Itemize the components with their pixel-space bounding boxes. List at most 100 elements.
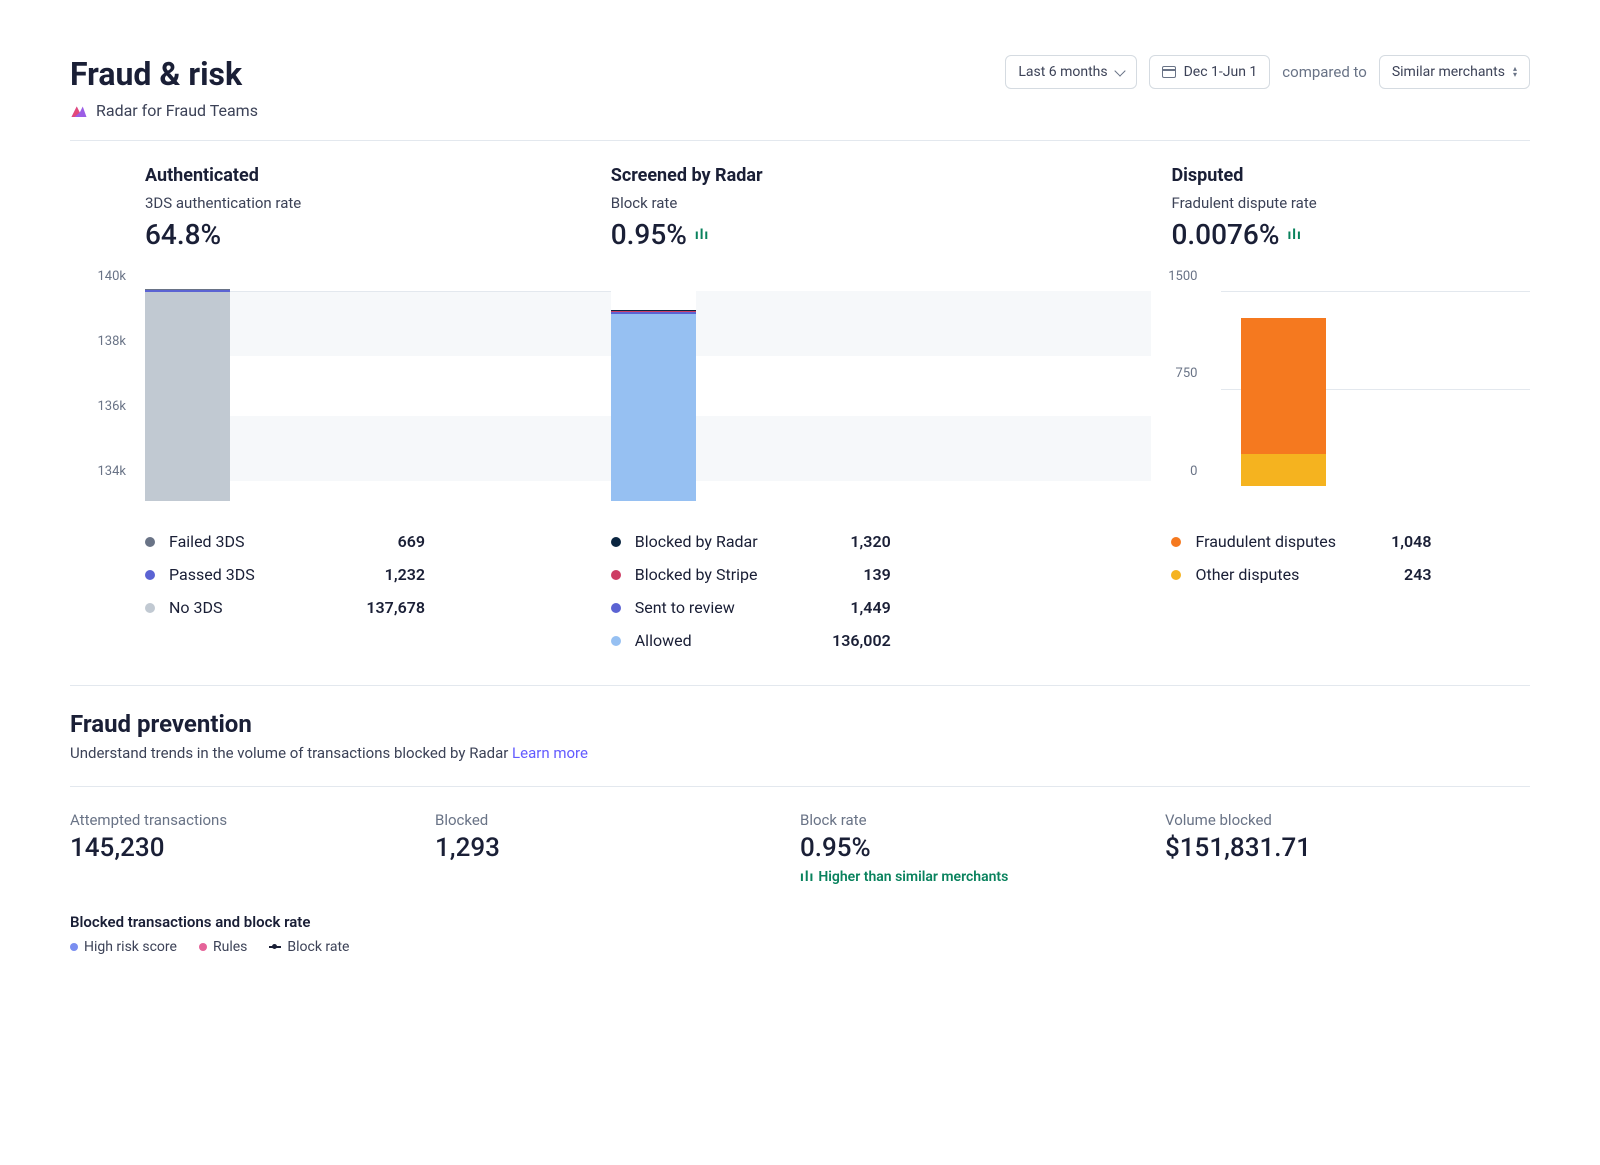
learn-more-link[interactable]: Learn more xyxy=(512,744,588,762)
metric-authenticated: Authenticated 3DS authentication rate 64… xyxy=(70,165,611,251)
legend-row: No 3DS137,678 xyxy=(145,591,465,624)
trend-up-icon: ılı xyxy=(695,227,709,243)
legend-dot xyxy=(611,603,621,613)
legend-row: Sent to review 1,449 xyxy=(611,591,931,624)
legend-value: 1,449 xyxy=(850,598,890,617)
metric-title: Disputed xyxy=(1171,165,1530,186)
title-block: Fraud & risk Radar for Fraud Teams xyxy=(70,55,258,120)
legend-label: High risk score xyxy=(84,939,177,955)
comparison-selector[interactable]: Similar merchants ▴▾ xyxy=(1379,55,1530,89)
mini-legend-item: Block rate xyxy=(269,939,349,955)
y-tick: 140k xyxy=(70,269,126,284)
metric-subtitle: Fradulent dispute rate xyxy=(1171,194,1530,212)
legend-dot xyxy=(611,570,621,580)
legend-label: Blocked by Radar xyxy=(635,532,758,551)
legend-row: Failed 3DS 669 xyxy=(145,525,465,558)
chart-canvas-authenticated xyxy=(145,261,611,501)
legend-dot xyxy=(1171,570,1181,580)
stat-note: ılıHigher than similar merchants xyxy=(800,869,1165,885)
divider xyxy=(70,140,1530,141)
legend-row: Allowed 136,002 xyxy=(611,624,931,657)
legend-label: Failed 3DS xyxy=(169,532,245,551)
date-range-selector[interactable]: Dec 1-Jun 1 xyxy=(1149,55,1271,89)
fraud-prevention-header: Fraud prevention Understand trends in th… xyxy=(70,710,1530,762)
page-title: Fraud & risk xyxy=(70,55,258,93)
bar-segment xyxy=(145,292,230,501)
legend-dot xyxy=(199,943,207,951)
stat-label: Blocked xyxy=(435,811,800,829)
bar-segment xyxy=(1241,318,1326,454)
chart-canvas-disputed xyxy=(1221,261,1530,501)
chart-canvas-screened xyxy=(611,261,1152,501)
chevron-down-icon xyxy=(1114,65,1125,76)
legend-dot xyxy=(145,570,155,580)
stat-label: Block rate xyxy=(800,811,1165,829)
bar-segment xyxy=(1241,454,1326,486)
date-range-label: Dec 1-Jun 1 xyxy=(1184,64,1258,80)
period-selector[interactable]: Last 6 months xyxy=(1005,55,1136,89)
comparison-label: Similar merchants xyxy=(1392,64,1505,80)
legend-value: 136,002 xyxy=(832,631,891,650)
blocked-legend: Blocked transactions and block rate High… xyxy=(70,913,1530,955)
header-controls: Last 6 months Dec 1-Jun 1 compared to Si… xyxy=(1005,55,1530,89)
legend-value: 669 xyxy=(398,532,425,551)
y-tick: 750 xyxy=(1151,366,1197,381)
stat-blocked: Blocked 1,293 xyxy=(435,811,800,885)
mini-legend-title: Blocked transactions and block rate xyxy=(70,913,1530,931)
updown-icon: ▴▾ xyxy=(1513,66,1517,78)
subtitle-row: Radar for Fraud Teams xyxy=(70,101,258,120)
bar-stack xyxy=(1241,318,1326,486)
legend-dot xyxy=(70,943,78,951)
legend-row: Other disputes 243 xyxy=(1171,558,1471,591)
stat-value: 0.95% xyxy=(800,833,1165,863)
legend-label: Other disputes xyxy=(1195,565,1299,584)
y-tick: 1500 xyxy=(1151,269,1197,284)
period-label: Last 6 months xyxy=(1018,64,1107,80)
legend-label: Sent to review xyxy=(635,598,735,617)
legend-label: Allowed xyxy=(635,631,692,650)
mini-legend-item: Rules xyxy=(199,939,247,955)
metric-value: 0.95%ılı xyxy=(611,218,1152,251)
metric-subtitle: 3DS authentication rate xyxy=(145,194,611,212)
legend-row: Fraudulent disputes1,048 xyxy=(1171,525,1471,558)
compared-to-label: compared to xyxy=(1282,63,1367,81)
legend-disputed: Fraudulent disputes1,048 Other disputes 24… xyxy=(1171,525,1530,591)
metric-value: 64.8% xyxy=(145,218,611,251)
metric-title: Authenticated xyxy=(145,165,611,186)
y-tick: 138k xyxy=(70,334,126,349)
y-axis-left: 140k138k136k134k xyxy=(70,261,140,501)
page-subtitle: Radar for Fraud Teams xyxy=(96,101,258,120)
chart-disputed: 15007500 Fraudulent disputes1,048Other d… xyxy=(1151,261,1530,591)
legend-label: Passed 3DS xyxy=(169,565,255,584)
legend-value: 137,678 xyxy=(366,598,425,617)
metric-subtitle: Block rate xyxy=(611,194,1152,212)
trend-up-icon: ılı xyxy=(1287,227,1301,243)
legend-dot xyxy=(611,636,621,646)
page-header: Fraud & risk Radar for Fraud Teams Last … xyxy=(70,55,1530,120)
section-title: Fraud prevention xyxy=(70,710,1530,738)
stat-label: Volume blocked xyxy=(1165,811,1530,829)
legend-label: Block rate xyxy=(287,939,349,955)
chart-authenticated: 140k138k136k134k Failed 3DS669Passed 3DS… xyxy=(70,261,611,624)
mini-legend-items: High risk score Rules Block rate xyxy=(70,939,1530,955)
legend-row: Blocked by Stripe139 xyxy=(611,558,931,591)
legend-authenticated: Failed 3DS669Passed 3DS1,232No 3DS137,67… xyxy=(145,525,611,624)
section-subtitle: Understand trends in the volume of trans… xyxy=(70,744,1530,762)
stat-value: 1,293 xyxy=(435,833,800,863)
chart-screened: Blocked by Radar1,320Blocked by Stripe13… xyxy=(611,261,1152,657)
metrics-row: Authenticated 3DS authentication rate 64… xyxy=(70,165,1530,251)
metric-screened: Screened by Radar Block rate 0.95%ılı xyxy=(611,165,1152,251)
legend-label: Fraudulent disputes xyxy=(1195,532,1335,551)
legend-label: Rules xyxy=(213,939,247,955)
bar-stack xyxy=(145,289,230,501)
legend-dot xyxy=(145,603,155,613)
trend-up-icon: ılı xyxy=(800,869,814,885)
stat-volume-blocked: Volume blocked $151,831.71 xyxy=(1165,811,1530,885)
legend-screened: Blocked by Radar1,320Blocked by Stripe13… xyxy=(611,525,1152,657)
legend-value: 243 xyxy=(1404,565,1431,584)
y-axis-disputed: 15007500 xyxy=(1151,261,1211,501)
metric-value: 0.0076%ılı xyxy=(1171,218,1530,251)
stat-label: Attempted transactions xyxy=(70,811,435,829)
legend-dot xyxy=(611,537,621,547)
legend-dot xyxy=(1171,537,1181,547)
